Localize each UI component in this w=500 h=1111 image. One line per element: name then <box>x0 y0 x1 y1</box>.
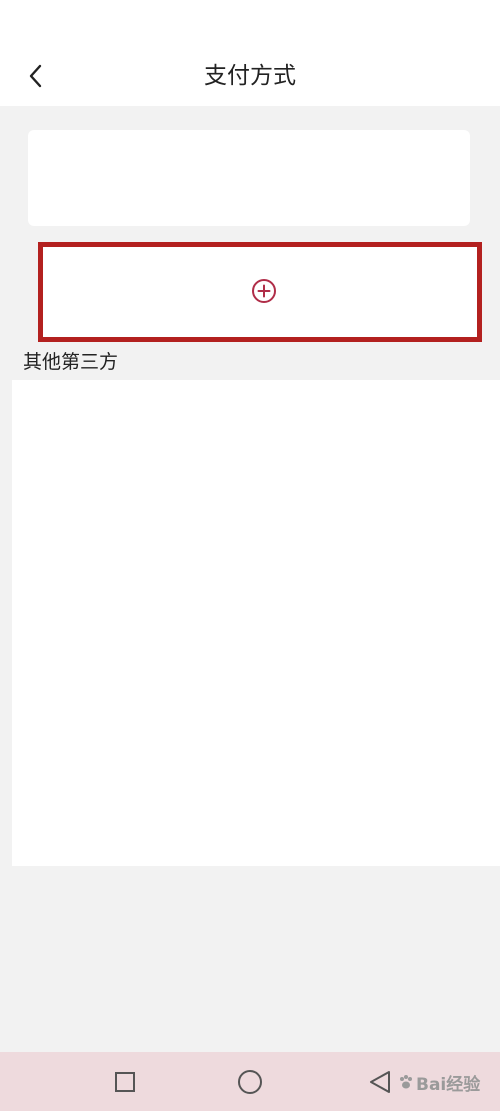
watermark-logo: Bai经验 <box>398 1062 498 1102</box>
recent-apps-button[interactable] <box>115 1072 135 1092</box>
page-title: 支付方式 <box>204 63 296 89</box>
watermark-text: Bai经验 <box>416 1074 481 1095</box>
system-back-button[interactable] <box>366 1068 394 1096</box>
third-party-payment-list <box>12 380 500 866</box>
plus-circle-icon <box>252 279 276 303</box>
saved-payment-card[interactable] <box>28 130 470 226</box>
home-button[interactable] <box>238 1070 262 1094</box>
section-label-third-party: 其他第三方 <box>23 351 119 373</box>
paw-icon <box>400 1075 412 1089</box>
add-payment-method-button[interactable] <box>38 242 482 342</box>
app-header: 支付方式 <box>0 0 500 106</box>
